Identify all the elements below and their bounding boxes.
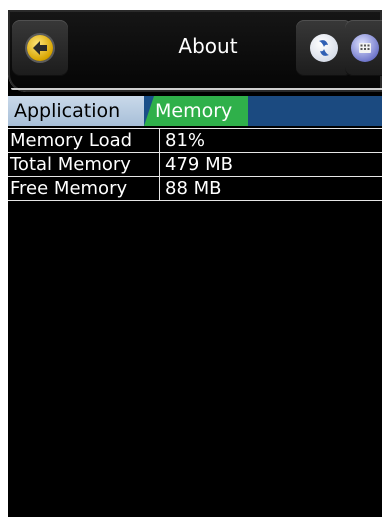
column-divider bbox=[159, 129, 160, 152]
page-title: About bbox=[178, 34, 238, 58]
column-divider bbox=[159, 153, 160, 176]
free-memory-value: 88 MB bbox=[165, 178, 222, 199]
table-row: Free Memory 88 MB bbox=[8, 176, 382, 201]
column-divider bbox=[159, 177, 160, 200]
keypad-menu-icon bbox=[351, 34, 379, 62]
memory-table: Memory Load 81% Total Memory 479 MB Free… bbox=[8, 128, 382, 201]
memory-load-value: 81% bbox=[165, 130, 206, 151]
header-bar: About bbox=[8, 10, 382, 92]
device-screen: About Application Memory Memory Load 81%… bbox=[8, 10, 382, 517]
tab-bar: Application Memory bbox=[8, 96, 382, 126]
tab-bar-filler bbox=[248, 96, 382, 126]
back-button[interactable] bbox=[12, 20, 68, 76]
memory-load-label: Memory Load bbox=[10, 130, 133, 151]
total-memory-label: Total Memory bbox=[10, 154, 131, 175]
sync-button[interactable] bbox=[296, 20, 352, 76]
total-memory-value: 479 MB bbox=[165, 154, 233, 175]
table-row: Total Memory 479 MB bbox=[8, 152, 382, 176]
tab-memory[interactable]: Memory bbox=[144, 96, 248, 126]
back-arrow-icon bbox=[27, 35, 53, 61]
free-memory-label: Free Memory bbox=[10, 178, 128, 199]
menu-button[interactable] bbox=[345, 20, 382, 76]
tab-application[interactable]: Application bbox=[8, 96, 144, 126]
sync-icon bbox=[310, 34, 338, 62]
table-row: Memory Load 81% bbox=[8, 128, 382, 152]
